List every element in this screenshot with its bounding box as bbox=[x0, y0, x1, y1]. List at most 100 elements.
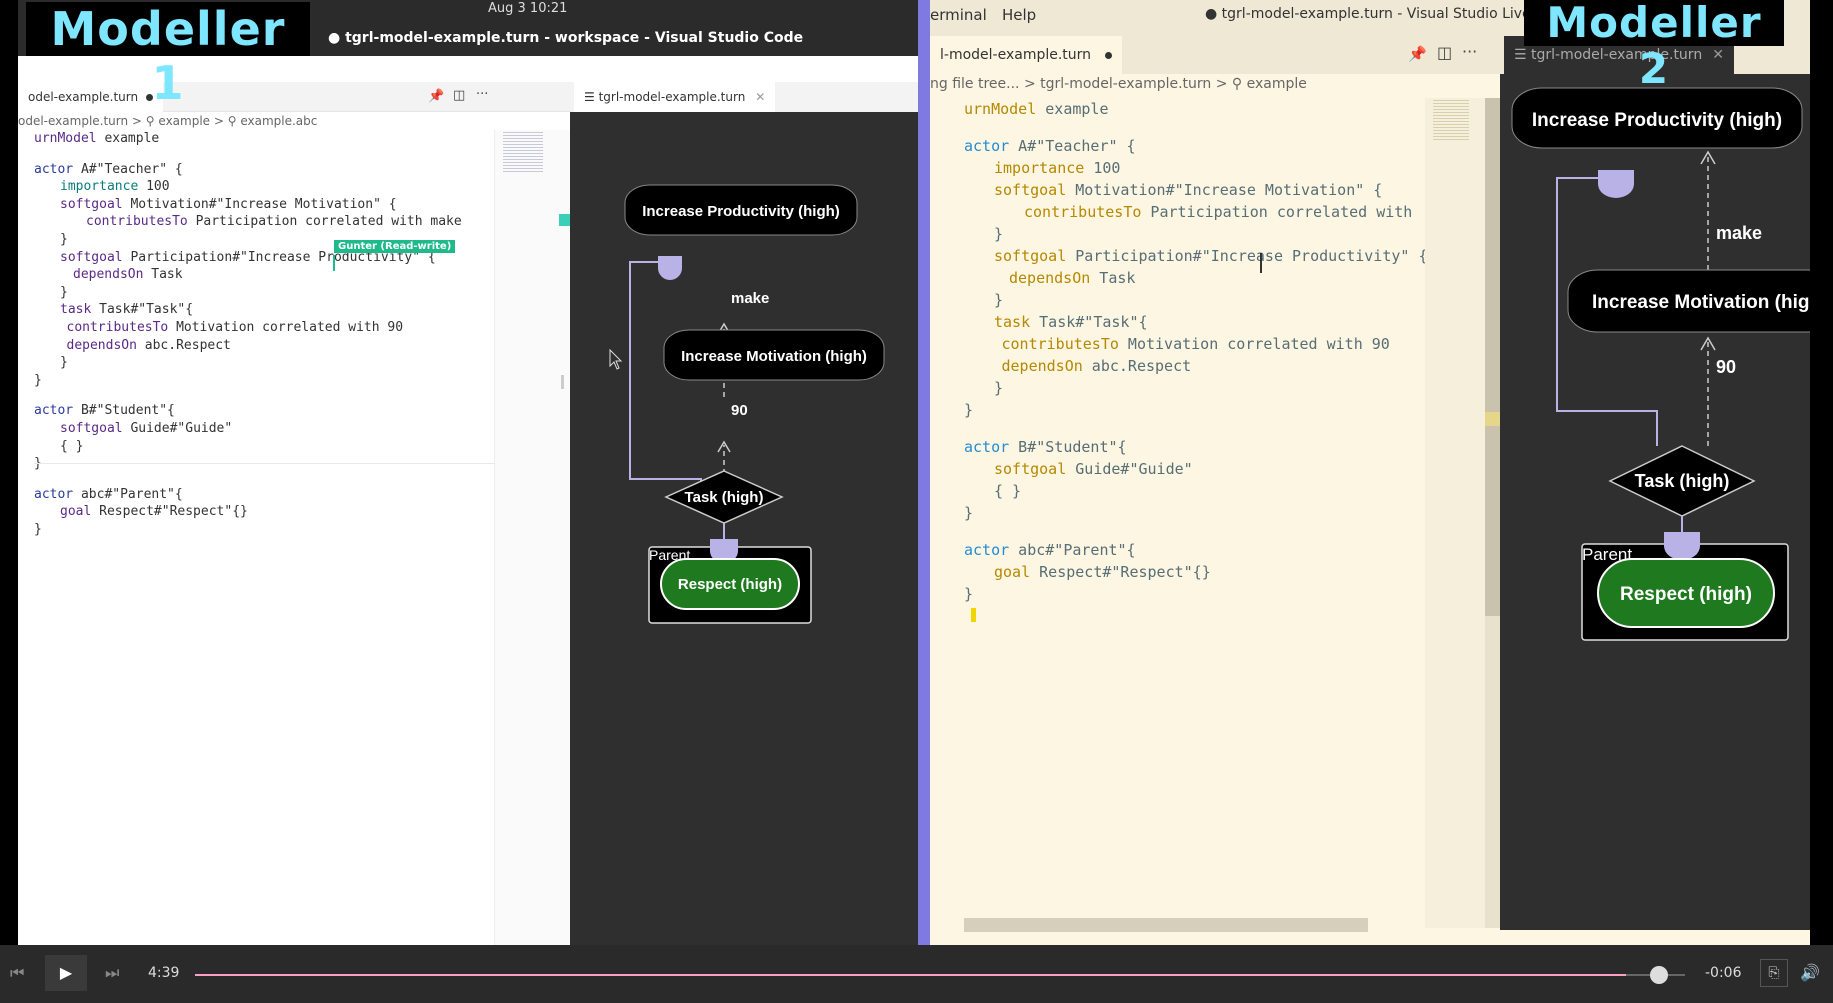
code-line[interactable]: actor abc#"Parent"{ bbox=[34, 486, 462, 504]
code-line[interactable]: } bbox=[964, 399, 1427, 421]
previous-icon[interactable]: ⏮ bbox=[10, 963, 24, 983]
code-line[interactable]: urnModel example bbox=[964, 98, 1427, 120]
code-line[interactable] bbox=[34, 148, 462, 161]
preview-icon: ☰ bbox=[1514, 47, 1532, 63]
code-line[interactable] bbox=[34, 389, 462, 402]
goal-respect-label: Respect (high) bbox=[678, 576, 782, 593]
video-player-controls: ⏮ ▶ ⏭ 4:39 -0:06 ⎘ 🔊 bbox=[0, 945, 1833, 1003]
collaborator-cursor-flag: Gunter (Read-write) bbox=[334, 240, 456, 253]
code-line[interactable]: } bbox=[34, 372, 462, 390]
code-line[interactable]: } bbox=[34, 284, 462, 302]
code-line[interactable]: softgoal Guide#"Guide" bbox=[964, 458, 1427, 480]
right-code-editor[interactable]: urnModel example actor A#"Teacher" {impor… bbox=[930, 98, 1427, 928]
softgoal-motivation-label: Increase Motivation (hig bbox=[1592, 292, 1809, 313]
link-label-make: make bbox=[731, 290, 769, 307]
code-line[interactable]: { } bbox=[34, 438, 462, 456]
left-diagram-tabs: ☰ tgrl-model-example.turn ✕ bbox=[570, 82, 918, 112]
code-line[interactable]: softgoal Guide#"Guide" bbox=[34, 420, 462, 438]
code-line[interactable] bbox=[964, 421, 1427, 436]
code-line[interactable]: { } bbox=[964, 480, 1427, 502]
code-line[interactable]: } bbox=[964, 289, 1427, 311]
minimap-content bbox=[1433, 100, 1469, 140]
code-line[interactable]: } bbox=[34, 354, 462, 372]
code-line[interactable]: contributesTo Participation correlated w… bbox=[34, 213, 462, 231]
scrollbar[interactable] bbox=[561, 375, 564, 389]
right-editor-tabs: l-model-example.turn 📌 ◫ ··· bbox=[930, 36, 1500, 74]
menu-terminal[interactable]: erminal bbox=[930, 6, 987, 24]
code-line[interactable]: } bbox=[964, 223, 1427, 245]
next-icon[interactable]: ⏭ bbox=[105, 963, 119, 983]
code-line[interactable]: dependsOn abc.Respect bbox=[34, 337, 462, 355]
code-line[interactable]: actor abc#"Parent"{ bbox=[964, 539, 1427, 561]
modified-dot-icon: ● bbox=[328, 30, 346, 46]
more-actions-icon[interactable]: ··· bbox=[1462, 42, 1477, 61]
export-icon[interactable]: ⎘ bbox=[1760, 959, 1788, 987]
link-label-90: 90 bbox=[1716, 357, 1736, 377]
seek-handle[interactable] bbox=[1650, 966, 1668, 984]
breadcrumb[interactable]: odel-example.turn > ⚲ example > ⚲ exampl… bbox=[18, 114, 317, 128]
right-vscode-window: erminal Help ● tgrl-model-example.turn -… bbox=[930, 0, 1810, 945]
task-label: Task (high) bbox=[1635, 471, 1730, 491]
goal-respect-label: Respect (high) bbox=[1620, 584, 1752, 605]
code-line[interactable]: contributesTo Motivation correlated with… bbox=[964, 333, 1427, 355]
code-line[interactable]: actor B#"Student"{ bbox=[964, 436, 1427, 458]
more-actions-icon[interactable]: ··· bbox=[476, 87, 488, 102]
code-line[interactable]: } bbox=[964, 377, 1427, 399]
code-line[interactable]: dependsOn abc.Respect bbox=[964, 355, 1427, 377]
code-line[interactable]: } bbox=[964, 583, 1427, 605]
code-line[interactable] bbox=[34, 473, 462, 486]
right-diagram-view[interactable]: make 90 Increase Productivity (high) Inc… bbox=[1500, 74, 1810, 930]
code-line[interactable]: goal Respect#"Respect"{} bbox=[964, 561, 1427, 583]
split-editor-icon[interactable]: ◫ bbox=[453, 88, 465, 103]
collaborator-marker bbox=[1485, 412, 1500, 426]
split-divider bbox=[918, 0, 930, 945]
pin-icon[interactable]: 📌 bbox=[428, 89, 444, 104]
volume-icon[interactable]: 🔊 bbox=[1800, 963, 1820, 982]
minimap[interactable] bbox=[494, 130, 571, 945]
code-line[interactable]: actor A#"Teacher" { bbox=[964, 135, 1427, 157]
right-window-title: ● tgrl-model-example.turn - Visual Studi… bbox=[1205, 6, 1576, 22]
link-label-make: make bbox=[1716, 223, 1762, 243]
code-line[interactable]: importance 100 bbox=[34, 178, 462, 196]
code-line[interactable]: goal Respect#"Respect"{} bbox=[34, 503, 462, 521]
split-editor-icon[interactable]: ◫ bbox=[1437, 43, 1452, 62]
code-line[interactable]: contributesTo Motivation correlated with… bbox=[34, 319, 462, 337]
code-line[interactable]: actor A#"Teacher" { bbox=[34, 161, 462, 179]
code-line[interactable]: task Task#"Task"{ bbox=[34, 301, 462, 319]
minimap[interactable] bbox=[1425, 98, 1485, 928]
code-line[interactable]: softgoal Participation#"Increase Product… bbox=[964, 245, 1427, 267]
collaborator-cursor bbox=[333, 255, 335, 271]
code-line[interactable] bbox=[964, 120, 1427, 135]
close-icon[interactable]: ✕ bbox=[1712, 47, 1724, 63]
left-diagram-svg: make 90 Increase Productivity (high) Inc… bbox=[609, 184, 885, 624]
code-line[interactable]: actor B#"Student"{ bbox=[34, 402, 462, 420]
close-icon[interactable]: ✕ bbox=[755, 90, 765, 104]
left-window-title: ● tgrl-model-example.turn - workspace - … bbox=[328, 30, 804, 46]
dependency-marker-icon bbox=[658, 256, 682, 280]
code-line[interactable]: } bbox=[34, 521, 462, 539]
code-text[interactable]: urnModel example actor A#"Teacher" {impor… bbox=[964, 98, 1427, 605]
menu-help[interactable]: Help bbox=[1002, 6, 1036, 24]
play-button[interactable]: ▶ bbox=[45, 955, 87, 991]
code-line[interactable]: urnModel example bbox=[34, 130, 462, 148]
tab-model-example[interactable]: odel-example.turn bbox=[18, 82, 164, 112]
code-line[interactable]: softgoal Motivation#"Increase Motivation… bbox=[964, 179, 1427, 201]
code-line[interactable]: contributesTo Participation correlated w… bbox=[964, 201, 1427, 223]
tab-diagram-preview[interactable]: ☰ tgrl-model-example.turn ✕ bbox=[574, 82, 776, 112]
code-line[interactable]: } bbox=[964, 502, 1427, 524]
tab-model-example[interactable]: l-model-example.turn bbox=[930, 36, 1123, 74]
code-text[interactable]: urnModel example actor A#"Teacher" {impor… bbox=[34, 130, 462, 538]
scrollbar-thumb[interactable] bbox=[1485, 98, 1500, 616]
pin-icon[interactable]: 📌 bbox=[1408, 45, 1427, 63]
code-line[interactable] bbox=[964, 524, 1427, 539]
horizontal-scrollbar[interactable] bbox=[964, 918, 1368, 932]
breadcrumb[interactable]: ng file tree... > tgrl-model-example.tur… bbox=[930, 76, 1307, 92]
modeller2-badge: Modeller 2 bbox=[1524, 0, 1784, 92]
softgoal-productivity-label: Increase Productivity (high) bbox=[642, 203, 840, 220]
code-line[interactable]: softgoal Motivation#"Increase Motivation… bbox=[34, 196, 462, 214]
code-line[interactable]: dependsOn Task bbox=[964, 267, 1427, 289]
code-line[interactable]: dependsOn Task bbox=[34, 266, 462, 284]
code-line[interactable]: task Task#"Task"{ bbox=[964, 311, 1427, 333]
left-diagram-view[interactable]: make 90 Increase Productivity (high) Inc… bbox=[570, 112, 918, 945]
code-line[interactable]: importance 100 bbox=[964, 157, 1427, 179]
